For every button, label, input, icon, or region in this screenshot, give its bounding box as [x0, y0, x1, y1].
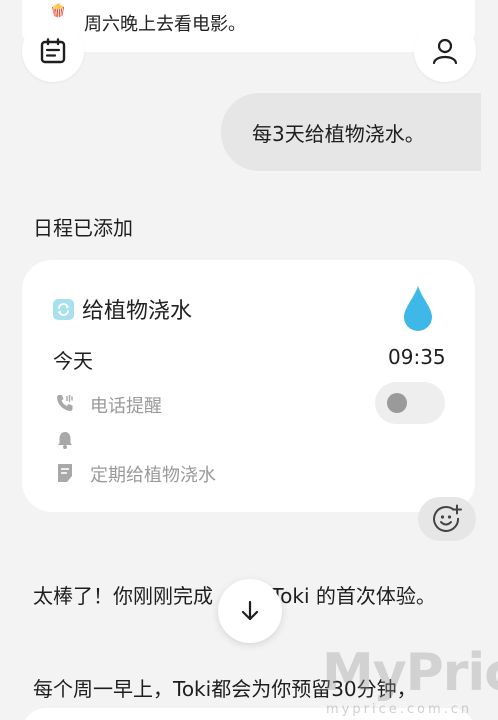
watermark: MyPrice	[322, 643, 498, 703]
note-icon	[58, 464, 72, 482]
bell-icon[interactable]	[55, 430, 75, 450]
task-card[interactable]: 给植物浇水 今天 09:35 电话提醒 定期给植物浇水	[22, 260, 475, 512]
scroll-down-button[interactable]	[218, 579, 282, 643]
task-title: 给植物浇水	[82, 299, 193, 324]
arrow-down-icon	[241, 600, 259, 621]
schedule-added-label: 日程已添加	[33, 216, 133, 240]
user-message-text: 每3天给植物浇水。	[252, 121, 425, 146]
assistant-message-1-end: Toki 的首次体验。	[265, 584, 436, 608]
watermark-url: myprice.com.cn	[326, 702, 473, 717]
user-message-bubble: 每3天给植物浇水。	[221, 93, 481, 171]
user-icon	[432, 38, 458, 65]
popcorn-icon: 🍿	[50, 4, 67, 19]
phone-reminder-label: 电话提醒	[90, 396, 162, 417]
previous-message-bubble: 🍿 周六晚上去看电影。	[22, 0, 475, 52]
assistant-message-1-start: 太棒了！你刚刚完成	[33, 584, 213, 608]
smiley-plus-icon	[433, 504, 462, 532]
calendar-button[interactable]	[22, 20, 84, 82]
profile-button[interactable]	[414, 20, 476, 82]
add-reaction-button[interactable]	[418, 497, 476, 541]
water-drop-icon	[404, 286, 432, 331]
task-note[interactable]: 定期给植物浇水	[90, 461, 216, 487]
task-date[interactable]: 今天	[53, 345, 93, 374]
previous-message-text: 周六晚上去看电影。	[84, 14, 246, 35]
phone-call-icon	[57, 395, 73, 411]
toggle-knob	[387, 393, 407, 413]
phone-reminder-toggle[interactable]	[375, 382, 445, 424]
repeat-icon	[53, 299, 74, 320]
calendar-note-icon	[40, 38, 66, 64]
task-time[interactable]: 09:35	[388, 345, 446, 369]
